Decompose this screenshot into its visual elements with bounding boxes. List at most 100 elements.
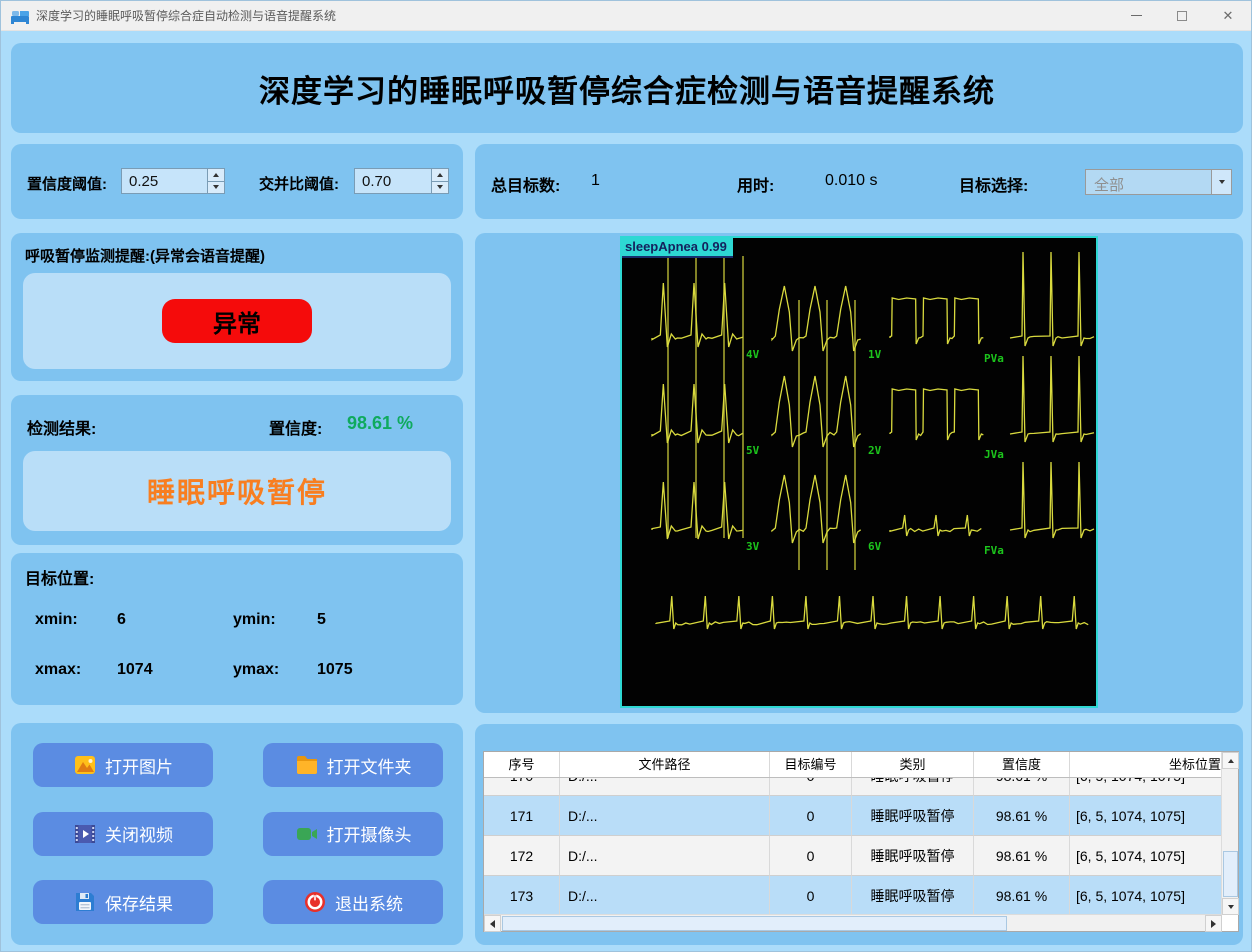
dropdown-button[interactable]	[1211, 170, 1231, 194]
cell-target: 0	[770, 778, 852, 796]
action-buttons-panel: 打开图片 打开文件夹 关闭视频 打开摄像头 保存结果 退出系统	[11, 723, 463, 945]
svg-text:2V: 2V	[868, 444, 882, 457]
cell-confidence: 98.61 %	[974, 796, 1070, 836]
vertical-scroll-thumb[interactable]	[1223, 851, 1238, 897]
svg-text:6V: 6V	[868, 540, 882, 553]
save-results-button[interactable]: 保存结果	[33, 880, 213, 924]
svg-text:FVa: FVa	[984, 544, 1004, 557]
titlebar: 深度学习的睡眠呼吸暂停综合症自动检测与语音提醒系统 ✕	[1, 1, 1251, 31]
horizontal-scrollbar[interactable]	[484, 914, 1222, 931]
minimize-icon	[1131, 15, 1142, 16]
iou-spin-up[interactable]	[432, 169, 448, 181]
apnea-monitor-title: 呼吸暂停监测提醒:(异常会语音提醒)	[25, 245, 265, 266]
arrow-right-icon	[1211, 920, 1216, 928]
target-select-value: 全部	[1086, 170, 1211, 194]
ecg-image: 4V1VPVa5V2VJVa3V6VFVa sleepApnea 0.99	[620, 236, 1098, 708]
detection-result-panel: 检测结果: 置信度: 98.61 % 睡眠呼吸暂停	[11, 395, 463, 545]
main-window: 深度学习的睡眠呼吸暂停综合症检测与语音提醒系统 置信度阈值: 0.25 交并比阈…	[1, 31, 1251, 951]
xmax-label: xmax:	[35, 661, 81, 679]
iou-threshold-spinbox[interactable]: 0.70	[354, 168, 449, 194]
cell-coords: [6, 5, 1074, 1075]	[1070, 836, 1222, 876]
close-video-button[interactable]: 关闭视频	[33, 812, 213, 856]
iou-threshold-value[interactable]: 0.70	[355, 169, 431, 193]
apnea-status-badge[interactable]: 异常	[162, 299, 312, 343]
spin-up-icon	[437, 173, 443, 177]
app-icon	[10, 6, 30, 26]
cell-confidence: 98.61 %	[974, 778, 1070, 796]
minimize-button[interactable]	[1113, 1, 1159, 31]
ymax-value: 1075	[317, 661, 353, 679]
button-label: 退出系统	[335, 890, 403, 915]
table-row[interactable]: 173 D:/... 0 睡眠呼吸暂停 98.61 % [6, 5, 1074,…	[484, 876, 1222, 915]
arrow-down-icon	[1228, 905, 1234, 909]
col-header-index: 序号	[484, 752, 560, 777]
cell-index: 173	[484, 876, 560, 915]
scroll-right-button[interactable]	[1205, 915, 1222, 932]
open-image-button[interactable]: 打开图片	[33, 743, 213, 787]
cell-target: 0	[770, 796, 852, 836]
ymax-label: ymax:	[233, 661, 279, 679]
chevron-down-icon	[1219, 180, 1225, 184]
ymin-label: ymin:	[233, 611, 276, 629]
scroll-left-button[interactable]	[484, 915, 501, 932]
folder-icon	[295, 753, 319, 777]
table-row[interactable]: 171 D:/... 0 睡眠呼吸暂停 98.61 % [6, 5, 1074,…	[484, 796, 1222, 836]
xmax-value: 1074	[117, 661, 153, 679]
cell-path: D:/...	[560, 778, 770, 796]
result-class-text: 睡眠呼吸暂停	[147, 471, 327, 511]
page-title: 深度学习的睡眠呼吸暂停综合症检测与语音提醒系统	[259, 66, 995, 111]
button-label: 关闭视频	[105, 821, 173, 846]
scroll-up-button[interactable]	[1222, 752, 1239, 769]
results-table-panel: 序号 文件路径 目标编号 类别 置信度 坐标位置 170 D:/... 0 睡眠…	[475, 724, 1243, 945]
iou-spin-buttons	[431, 169, 448, 193]
header-panel: 深度学习的睡眠呼吸暂停综合症检测与语音提醒系统	[11, 43, 1243, 133]
image-icon	[73, 753, 97, 777]
cell-class: 睡眠呼吸暂停	[852, 796, 974, 836]
open-folder-button[interactable]: 打开文件夹	[263, 743, 443, 787]
time-used-label: 用时:	[737, 172, 774, 196]
scroll-down-button[interactable]	[1222, 898, 1239, 915]
exit-system-button[interactable]: 退出系统	[263, 880, 443, 924]
maximize-button[interactable]	[1159, 1, 1205, 31]
target-select-dropdown[interactable]: 全部	[1085, 169, 1232, 195]
cell-coords: [6, 5, 1074, 1075]	[1070, 876, 1222, 915]
target-position-panel: 目标位置: xmin: 6 ymin: 5 xmax: 1074 ymax: 1…	[11, 553, 463, 705]
cell-class: 睡眠呼吸暂停	[852, 876, 974, 915]
spin-down-icon	[437, 185, 443, 189]
result-label: 检测结果:	[27, 415, 96, 439]
window-title: 深度学习的睡眠呼吸暂停综合症自动检测与语音提醒系统	[36, 7, 336, 24]
power-icon	[303, 890, 327, 914]
col-header-conf: 置信度	[974, 752, 1070, 777]
cell-path: D:/...	[560, 876, 770, 915]
button-label: 保存结果	[105, 890, 173, 915]
save-icon	[73, 890, 97, 914]
open-camera-button[interactable]: 打开摄像头	[263, 812, 443, 856]
arrow-up-icon	[1228, 759, 1234, 763]
iou-spin-down[interactable]	[432, 181, 448, 194]
video-icon	[73, 822, 97, 846]
confidence-threshold-spinbox[interactable]: 0.25	[121, 168, 225, 194]
results-table: 序号 文件路径 目标编号 类别 置信度 坐标位置 170 D:/... 0 睡眠…	[483, 751, 1239, 932]
svg-text:3V: 3V	[746, 540, 760, 553]
cell-confidence: 98.61 %	[974, 836, 1070, 876]
detection-label: sleepApnea 0.99	[622, 238, 733, 258]
confidence-label: 置信度:	[269, 415, 322, 439]
table-row[interactable]: 172 D:/... 0 睡眠呼吸暂停 98.61 % [6, 5, 1074,…	[484, 836, 1222, 876]
apnea-status-container: 异常	[23, 273, 451, 369]
confidence-spin-down[interactable]	[208, 181, 224, 194]
vertical-scrollbar[interactable]	[1221, 752, 1238, 915]
close-button[interactable]: ✕	[1205, 1, 1251, 31]
horizontal-scroll-thumb[interactable]	[502, 916, 1007, 931]
confidence-spin-up[interactable]	[208, 169, 224, 181]
spin-up-icon	[213, 173, 219, 177]
table-row[interactable]: 170 D:/... 0 睡眠呼吸暂停 98.61 % [6, 5, 1074,…	[484, 778, 1222, 796]
arrow-left-icon	[490, 920, 495, 928]
threshold-panel: 置信度阈值: 0.25 交并比阈值: 0.70	[11, 144, 463, 219]
confidence-threshold-value[interactable]: 0.25	[122, 169, 207, 193]
table-body: 170 D:/... 0 睡眠呼吸暂停 98.61 % [6, 5, 1074,…	[484, 778, 1222, 915]
result-value-container: 睡眠呼吸暂停	[23, 451, 451, 531]
xmin-value: 6	[117, 611, 126, 629]
cell-path: D:/...	[560, 796, 770, 836]
image-viewer-panel: 4V1VPVa5V2VJVa3V6VFVa sleepApnea 0.99	[475, 233, 1243, 713]
svg-text:PVa: PVa	[984, 352, 1004, 365]
